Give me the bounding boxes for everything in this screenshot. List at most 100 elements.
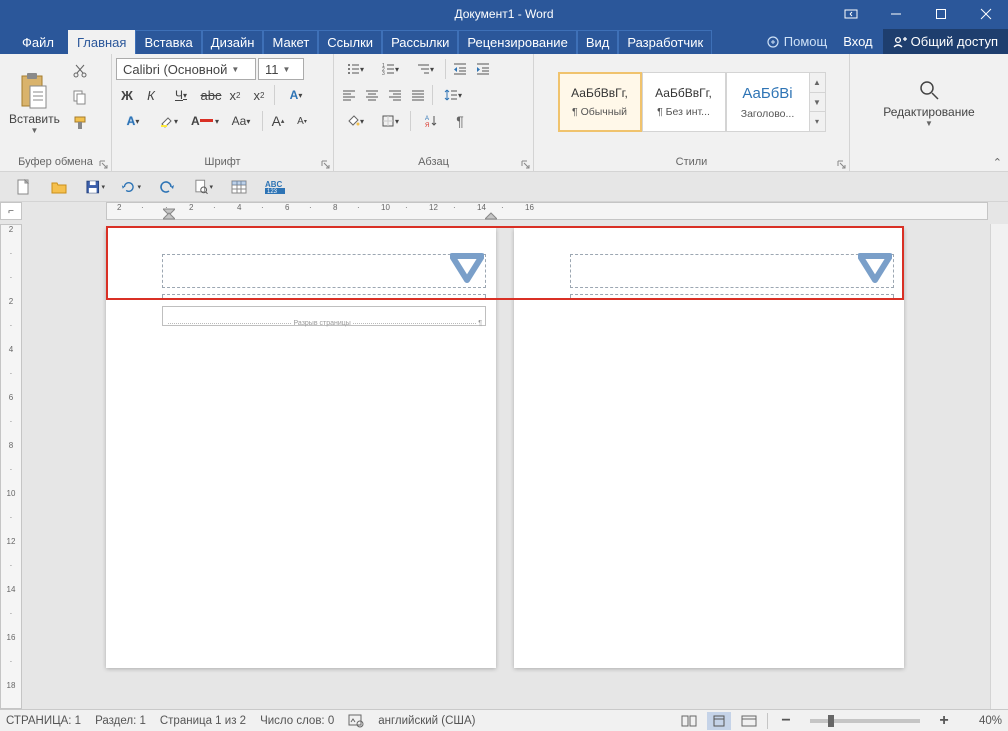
multilevel-list-button[interactable]: ▾: [408, 59, 442, 79]
chevron-up-icon[interactable]: ▲: [810, 73, 825, 93]
change-case-button[interactable]: A▾: [279, 85, 313, 105]
numbering-button[interactable]: 123▾: [373, 59, 407, 79]
spelling-button[interactable]: ABC123: [262, 175, 288, 199]
save-button[interactable]: ▾: [82, 175, 108, 199]
justify-button[interactable]: [407, 84, 429, 106]
subscript-button[interactable]: x2: [224, 84, 246, 106]
style-heading1[interactable]: АаБбВі Заголово...: [726, 72, 810, 132]
group-label-paragraph: Абзац: [418, 156, 449, 168]
paste-button[interactable]: Вставить ▼: [4, 58, 65, 148]
left-indent-marker[interactable]: [163, 203, 175, 221]
print-layout-button[interactable]: [707, 712, 731, 730]
status-page-of[interactable]: Страница 1 из 2: [160, 715, 246, 727]
copy-button[interactable]: [69, 86, 91, 108]
collapse-ribbon-button[interactable]: ⌃: [993, 156, 1002, 169]
highlight-button[interactable]: ▾: [152, 111, 186, 131]
web-layout-button[interactable]: [737, 712, 761, 730]
zoom-in-button[interactable]: +: [932, 712, 956, 730]
undo-button[interactable]: ▾: [118, 175, 144, 199]
tab-home[interactable]: Главная: [68, 30, 135, 54]
dialog-launcher-icon[interactable]: [321, 160, 331, 170]
cut-button[interactable]: [69, 60, 91, 82]
tab-selector[interactable]: ⌐: [0, 202, 22, 220]
dialog-launcher-icon[interactable]: [99, 160, 109, 170]
bullets-button[interactable]: ▾: [338, 59, 372, 79]
search-icon: [918, 79, 940, 101]
style-no-spacing[interactable]: АаБбВвГг, ¶ Без инт...: [642, 72, 726, 132]
numbering-icon: 123: [381, 62, 395, 76]
close-button[interactable]: [963, 0, 1008, 28]
zoom-out-button[interactable]: −: [774, 712, 798, 730]
increase-indent-button[interactable]: [472, 58, 494, 80]
styles-gallery-expand[interactable]: ▲ ▼ ▾: [810, 72, 826, 132]
new-doc-button[interactable]: [10, 175, 36, 199]
underline-button[interactable]: Ч ▾: [164, 85, 198, 105]
shrink-font-button[interactable]: A▾: [291, 110, 313, 132]
tab-developer[interactable]: Разработчик: [618, 30, 712, 54]
ribbon-display-icon[interactable]: [828, 0, 873, 28]
chevron-down-icon[interactable]: ▼: [810, 93, 825, 113]
right-indent-marker[interactable]: [485, 211, 497, 221]
tab-design[interactable]: Дизайн: [202, 30, 264, 54]
tab-view[interactable]: Вид: [577, 30, 619, 54]
horizontal-ruler[interactable]: 2··2·4·6·8·10·12·14·16: [106, 202, 988, 220]
vertical-scrollbar[interactable]: [990, 224, 1008, 709]
shading-button[interactable]: ▾: [338, 111, 372, 131]
group-label-styles: Стили: [676, 156, 708, 168]
minimize-button[interactable]: [873, 0, 918, 28]
font-color-button[interactable]: A▾: [188, 111, 222, 131]
dialog-launcher-icon[interactable]: [521, 160, 531, 170]
vertical-ruler[interactable]: 2··2·4·6·8·10·12·14·16·18·20: [0, 224, 22, 709]
more-icon[interactable]: ▾: [810, 112, 825, 131]
strikethrough-button[interactable]: abc: [200, 84, 222, 106]
share-button[interactable]: Общий доступ: [883, 29, 1008, 54]
print-preview-button[interactable]: ▾: [190, 175, 216, 199]
tab-layout[interactable]: Макет: [263, 30, 318, 54]
text-effects-button[interactable]: A▾: [116, 111, 150, 131]
align-left-button[interactable]: [338, 84, 360, 106]
table-button[interactable]: [226, 175, 252, 199]
sort-button[interactable]: AЯ: [414, 111, 448, 131]
tab-mailings[interactable]: Рассылки: [382, 30, 458, 54]
italic-button[interactable]: К: [140, 84, 162, 106]
document-area: ⌐ 2··2·4·6·8·10·12·14·16 2··2·4·6·8·10·1…: [0, 202, 1008, 709]
paint-bucket-icon: [346, 114, 360, 128]
tab-references[interactable]: Ссылки: [318, 30, 382, 54]
dialog-launcher-icon[interactable]: [837, 160, 847, 170]
proofing-icon[interactable]: [348, 714, 364, 728]
bold-button[interactable]: Ж: [116, 84, 138, 106]
font-name-select[interactable]: Calibri (Основной▼: [116, 58, 256, 80]
tab-file[interactable]: Файл: [14, 31, 68, 54]
style-normal[interactable]: АаБбВвГг, ¶ Обычный: [558, 72, 642, 132]
align-right-button[interactable]: [384, 84, 406, 106]
title-bar: Документ1 - Word: [0, 0, 1008, 28]
status-language[interactable]: английский (США): [378, 715, 475, 727]
tell-me-input[interactable]: Помощ: [760, 34, 833, 49]
zoom-slider[interactable]: [810, 719, 920, 723]
zoom-level[interactable]: 40%: [962, 715, 1002, 727]
decrease-indent-button[interactable]: [449, 58, 471, 80]
group-label-font: Шрифт: [204, 156, 240, 168]
status-bar: СТРАНИЦА: 1 Раздел: 1 Страница 1 из 2 Чи…: [0, 709, 1008, 731]
editing-button[interactable]: Редактирование ▼: [870, 58, 987, 148]
align-center-button[interactable]: [361, 84, 383, 106]
status-page[interactable]: СТРАНИЦА: 1: [6, 715, 81, 727]
borders-button[interactable]: ▾: [373, 111, 407, 131]
tab-review[interactable]: Рецензирование: [458, 30, 576, 54]
status-words[interactable]: Число слов: 0: [260, 715, 334, 727]
character-spacing-button[interactable]: Aa▾: [224, 111, 258, 131]
line-spacing-button[interactable]: ▾: [436, 85, 470, 105]
format-painter-button[interactable]: [69, 112, 91, 134]
status-section[interactable]: Раздел: 1: [95, 715, 146, 727]
font-size-select[interactable]: 11▼: [258, 58, 304, 80]
superscript-button[interactable]: x2: [248, 84, 270, 106]
quick-access-toolbar: ▾ ▾ ▾ ABC123: [0, 172, 1008, 202]
show-paragraph-marks-button[interactable]: ¶: [449, 110, 471, 132]
maximize-button[interactable]: [918, 0, 963, 28]
redo-button[interactable]: [154, 175, 180, 199]
open-button[interactable]: [46, 175, 72, 199]
grow-font-button[interactable]: A▴: [267, 110, 289, 132]
read-mode-button[interactable]: [677, 712, 701, 730]
sign-in-button[interactable]: Вход: [833, 34, 882, 49]
tab-insert[interactable]: Вставка: [135, 30, 201, 54]
